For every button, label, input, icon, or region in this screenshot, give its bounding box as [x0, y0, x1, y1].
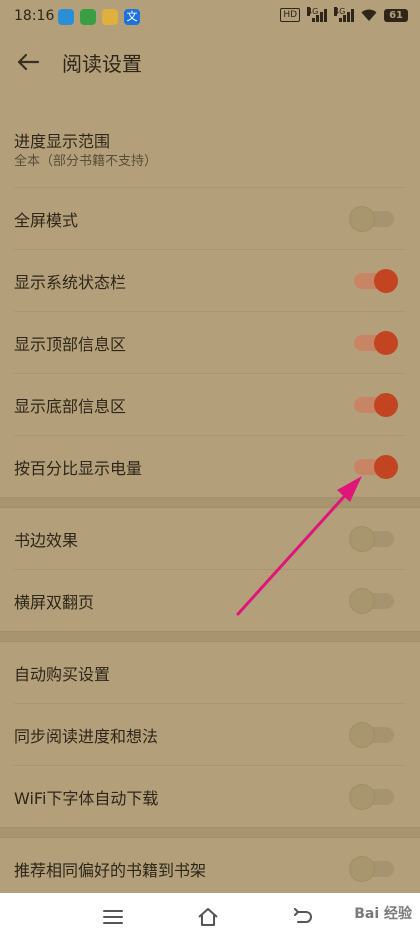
landscape-double-toggle[interactable]	[350, 588, 394, 613]
system-status-bar-toggle[interactable]	[354, 268, 398, 293]
bottom-info-toggle[interactable]	[354, 392, 398, 417]
setting-fullscreen: 全屏模式	[14, 188, 406, 250]
setting-bottom-info: 显示底部信息区	[14, 374, 406, 436]
app-notification-icon	[80, 9, 96, 25]
setting-battery-percent: 按百分比显示电量	[14, 436, 406, 497]
setting-wifi-font: WiFi下字体自动下载	[14, 766, 406, 827]
watermark: Bai 经验	[354, 906, 412, 922]
setting-label: 推荐相同偏好的书籍到书架	[14, 860, 207, 880]
top-info-toggle[interactable]	[354, 330, 398, 355]
app-notification-icon	[58, 9, 74, 25]
setting-system-status-bar: 显示系统状态栏	[14, 250, 406, 312]
setting-label: 同步阅读进度和想法	[14, 726, 159, 746]
weibo-notification-icon	[102, 9, 118, 25]
menu-button[interactable]	[99, 903, 127, 931]
setting-label: 进度显示范围	[14, 132, 111, 151]
page-title: 阅读设置	[62, 52, 142, 76]
setting-label: 书边效果	[14, 530, 79, 550]
back-nav-icon	[294, 908, 312, 923]
setting-label: 自动购买设置	[14, 664, 111, 684]
setting-label: 全屏模式	[14, 210, 79, 230]
fullscreen-toggle[interactable]	[350, 206, 394, 231]
back-nav-button[interactable]	[288, 903, 316, 931]
setting-label: WiFi下字体自动下载	[14, 788, 159, 808]
group-divider	[0, 631, 420, 642]
sync-progress-toggle[interactable]	[350, 722, 394, 747]
setting-label: 显示底部信息区	[14, 396, 127, 416]
back-arrow-icon	[17, 53, 39, 71]
setting-progress-range[interactable]: 进度显示范围 全本（部分书籍不支持）	[14, 98, 406, 188]
toolbar: 阅读设置	[0, 34, 420, 90]
setting-recommend-books: 推荐相同偏好的书籍到书架	[14, 838, 406, 899]
hd-badge: HD	[280, 8, 301, 22]
setting-top-info: 显示顶部信息区	[14, 312, 406, 374]
page-edge-toggle[interactable]	[350, 526, 394, 551]
signal-icon: 4G	[307, 7, 328, 22]
setting-label: 按百分比显示电量	[14, 458, 143, 478]
group-divider	[0, 827, 420, 838]
group-divider	[0, 497, 420, 508]
status-bar: 18:16 文 HD 4G 4G 61	[0, 0, 420, 34]
wifi-font-toggle[interactable]	[350, 784, 394, 809]
signal-icon: 4G	[334, 7, 355, 22]
setting-label: 显示顶部信息区	[14, 334, 127, 354]
battery-percent-toggle[interactable]	[354, 454, 398, 479]
setting-landscape-double: 横屏双翻页	[14, 570, 406, 631]
setting-label: 显示系统状态栏	[14, 272, 127, 292]
navigation-bar: Bai 经验	[0, 893, 420, 940]
setting-sync-progress: 同步阅读进度和想法	[14, 704, 406, 766]
translate-notification-icon: 文	[124, 9, 140, 25]
menu-icon	[103, 910, 123, 924]
setting-auto-purchase[interactable]: 自动购买设置	[14, 642, 406, 704]
setting-page-edge: 书边效果	[14, 508, 406, 570]
notification-icons: 文	[58, 9, 140, 25]
setting-value: 全本（部分书籍不支持）	[14, 154, 158, 169]
recommend-books-toggle[interactable]	[350, 856, 394, 881]
settings-list: 进度显示范围 全本（部分书籍不支持） 全屏模式 显示系统状态栏 显示顶部信息区 …	[0, 98, 420, 899]
setting-label: 横屏双翻页	[14, 592, 95, 612]
back-button[interactable]	[12, 46, 44, 78]
home-icon	[198, 908, 218, 926]
system-icons: HD 4G 4G 61	[280, 7, 408, 22]
status-time: 18:16	[14, 8, 55, 24]
home-button[interactable]	[194, 903, 222, 931]
battery-indicator: 61	[384, 8, 408, 22]
wifi-icon	[361, 9, 377, 21]
